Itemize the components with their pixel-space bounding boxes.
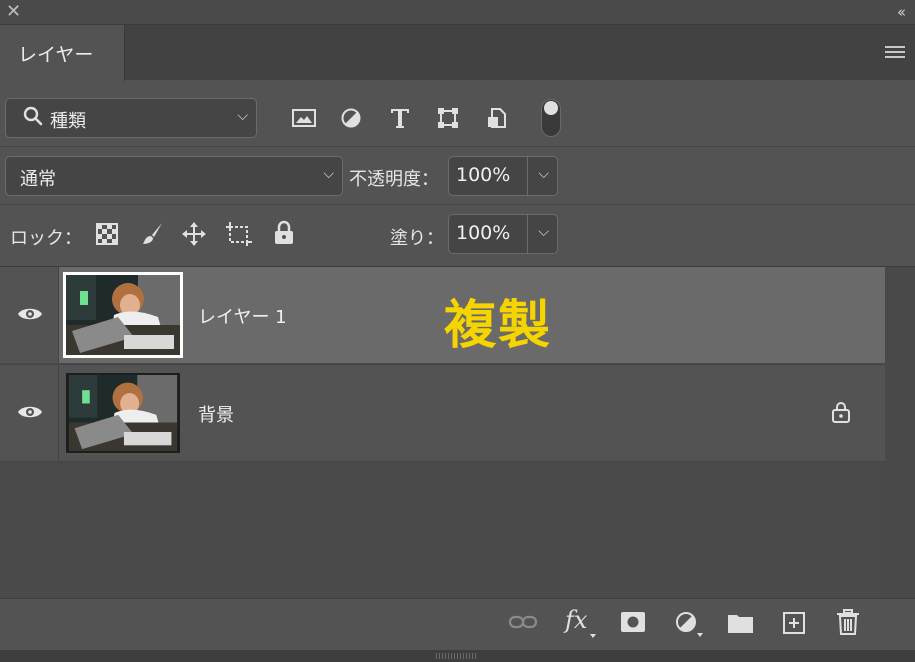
chevron-down-icon: ⌵	[237, 108, 248, 124]
layer-row-layer-1[interactable]: レイヤー 1	[0, 267, 885, 363]
chevron-down-icon[interactable]: ⌵	[538, 166, 549, 182]
opacity-label: 不透明度：	[349, 169, 439, 190]
close-icon[interactable]: ✕	[6, 1, 21, 23]
divider	[0, 204, 915, 205]
lock-position-icon[interactable]	[181, 221, 207, 247]
new-group-icon[interactable]	[727, 612, 755, 634]
type-filter-icon[interactable]	[388, 106, 412, 130]
search-icon	[23, 106, 43, 126]
delete-layer-icon[interactable]	[836, 609, 860, 635]
layer-name[interactable]: レイヤー 1	[198, 303, 287, 329]
tab-layers-label: レイヤー	[18, 44, 94, 66]
filter-toggle-knob	[544, 101, 558, 115]
tab-bar	[0, 25, 915, 80]
layer-mask-icon[interactable]	[620, 611, 646, 633]
shape-filter-icon[interactable]	[436, 106, 460, 130]
panel-top-strip	[0, 0, 915, 25]
lock-artboard-icon[interactable]	[225, 221, 253, 247]
resize-grip[interactable]	[436, 653, 476, 659]
layer-row-background[interactable]: 背景	[0, 364, 885, 462]
fx-dropdown-arrow	[590, 634, 596, 638]
lock-image-pixels-icon[interactable]	[140, 221, 166, 247]
filter-type-value: 種類	[50, 111, 86, 132]
adjustment-filter-icon[interactable]	[340, 107, 362, 129]
eye-icon[interactable]	[17, 305, 43, 323]
divider	[527, 157, 528, 195]
collapse-panel-icon[interactable]: ‹‹	[897, 1, 906, 23]
layers-footer	[0, 598, 915, 651]
fill-label: 塗り：	[390, 228, 444, 249]
fx-icon[interactable]: fx	[565, 606, 587, 634]
eye-icon[interactable]	[17, 403, 43, 421]
image-filter-icon[interactable]	[291, 107, 317, 129]
fill-value: 100%	[456, 222, 511, 244]
divider	[527, 215, 528, 253]
layer-thumbnail[interactable]	[63, 272, 183, 358]
photo-thumbnail-image	[68, 375, 178, 451]
panel-menu-icon[interactable]	[885, 46, 905, 61]
visibility-toggle[interactable]	[0, 365, 59, 461]
divider	[0, 146, 915, 147]
adjustment-layer-icon[interactable]	[674, 610, 704, 638]
layer-lock-icon[interactable]	[831, 400, 851, 424]
opacity-value: 100%	[456, 164, 511, 186]
duplicate-annotation: 複製	[444, 296, 553, 356]
scrollbar[interactable]	[885, 267, 915, 598]
photo-thumbnail-image	[66, 275, 180, 355]
new-layer-icon[interactable]	[782, 611, 806, 635]
layer-thumbnail[interactable]	[66, 373, 180, 453]
chevron-down-icon[interactable]: ⌵	[538, 224, 549, 240]
lock-label: ロック：	[10, 228, 82, 249]
smart-object-filter-icon[interactable]	[486, 106, 510, 130]
layer-name[interactable]: 背景	[198, 401, 234, 427]
link-layers-icon[interactable]	[508, 612, 538, 632]
visibility-toggle[interactable]	[0, 267, 59, 363]
blend-mode-value: 通常	[20, 169, 56, 190]
lock-all-icon[interactable]	[273, 220, 295, 246]
chevron-down-icon: ⌵	[323, 166, 334, 182]
lock-transparent-pixels-icon[interactable]	[96, 223, 118, 245]
